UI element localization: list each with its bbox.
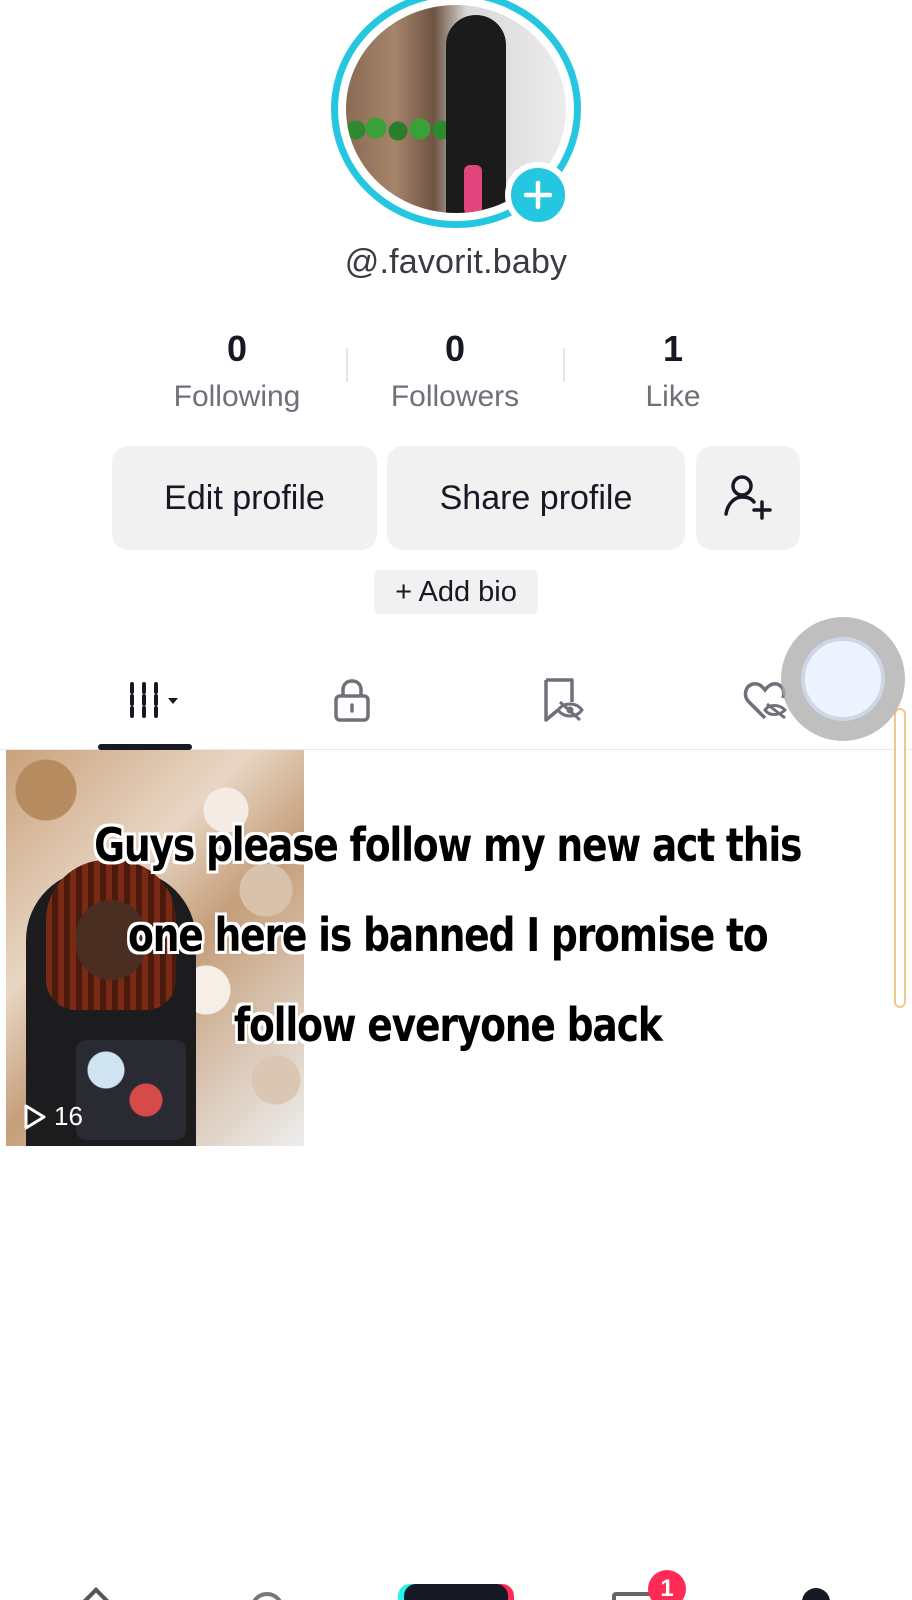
stat-following-label: Following	[173, 380, 301, 413]
profile-stats: 0 Following 0 Followers 1 Like	[0, 328, 912, 418]
bottom-nav: 1	[0, 1570, 912, 1600]
add-bio-button[interactable]: + Add bio	[374, 570, 538, 614]
caption-line: Guys please follow my new act this	[94, 818, 802, 872]
profile-username: @.favorit.baby	[344, 243, 568, 281]
tab-reposts[interactable]	[536, 670, 584, 730]
stat-following[interactable]: 0 Following	[137, 328, 337, 414]
scrollbar[interactable]	[894, 708, 906, 1008]
home-icon[interactable]	[79, 1587, 113, 1600]
play-count-value: 16	[54, 1101, 83, 1131]
overlay-caption: Guys please follow my new act this one h…	[74, 800, 822, 1070]
profile-avatar[interactable]	[331, 0, 581, 232]
add-friend-button[interactable]	[696, 446, 800, 550]
tab-private[interactable]	[328, 670, 376, 730]
stat-likes[interactable]: 1 Like	[573, 328, 773, 414]
add-avatar-plus-icon[interactable]	[505, 162, 571, 228]
stat-following-count: 0	[226, 328, 248, 369]
caption-line: follow everyone back	[233, 998, 663, 1052]
bookmark-hidden-icon	[544, 678, 584, 722]
edit-profile-button[interactable]: Edit profile	[112, 446, 377, 550]
stat-followers-count: 0	[444, 328, 466, 369]
play-count: 16	[22, 1101, 83, 1132]
profile-icon[interactable]	[802, 1588, 830, 1600]
stat-followers-label: Followers	[390, 380, 520, 413]
caption-line: one here is banned I promise to	[127, 908, 769, 962]
stat-divider	[346, 348, 348, 382]
tab-videos[interactable]	[116, 670, 192, 730]
create-button[interactable]	[404, 1584, 508, 1600]
stat-followers[interactable]: 0 Followers	[355, 328, 555, 414]
grid-icon	[130, 682, 178, 718]
stat-likes-count: 1	[662, 328, 684, 369]
add-friend-icon	[724, 475, 772, 520]
inbox-badge: 1	[648, 1570, 686, 1600]
profile-tabs	[0, 660, 912, 750]
touch-indicator	[781, 617, 905, 741]
discover-icon[interactable]	[250, 1592, 284, 1600]
stat-divider	[563, 348, 565, 382]
stat-likes-label: Like	[645, 380, 701, 413]
play-icon	[24, 1104, 46, 1129]
lock-icon	[334, 679, 370, 722]
share-profile-button[interactable]: Share profile	[387, 446, 685, 550]
